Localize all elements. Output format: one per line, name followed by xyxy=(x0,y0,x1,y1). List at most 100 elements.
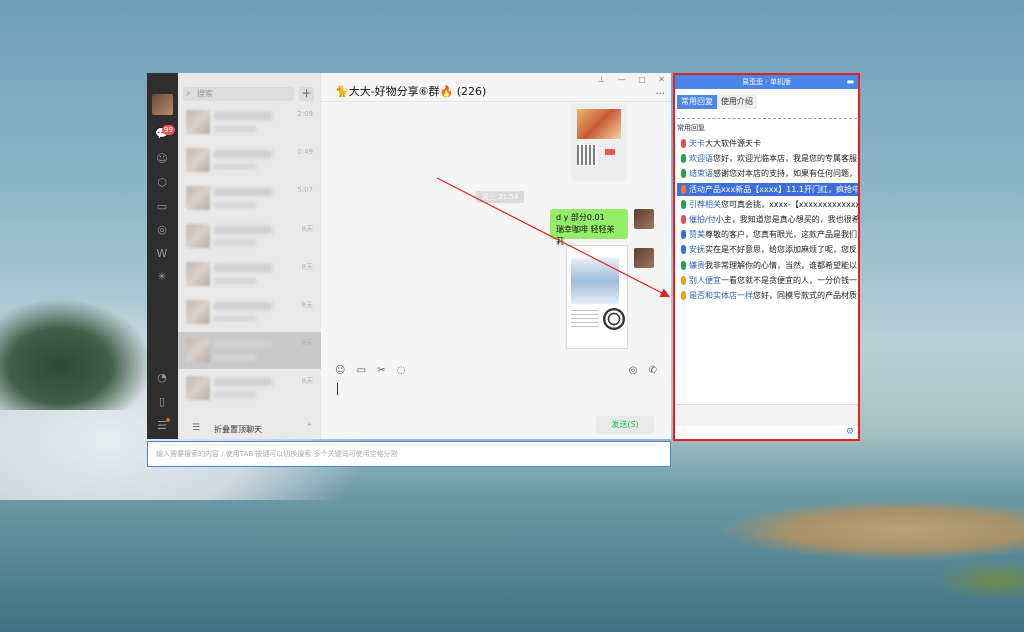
chat-list-item[interactable]: 8天 xyxy=(178,294,321,331)
reply-item[interactable]: 是否和实体店一样您好，同模号款式的产品材质 xyxy=(677,289,858,302)
pin-icon[interactable]: ⊥ xyxy=(598,75,605,84)
scissors-icon[interactable]: ✂ xyxy=(377,365,385,376)
title-divider xyxy=(321,101,671,102)
reply-color-tag xyxy=(681,260,686,270)
list-icon: ☰ xyxy=(192,423,201,433)
poster-photo xyxy=(571,258,619,304)
background-island xyxy=(934,560,1024,600)
folder-icon[interactable]: ▭ xyxy=(155,200,169,214)
chat-panel: 🐈大大-好物分享⑥群🔥 (226) ⊥ — □ ✕ ··· 周三 21:54 d… xyxy=(321,73,671,439)
close-icon[interactable]: ✕ xyxy=(658,75,665,84)
input-toolbar: ☺ ▭ ✂ ◌ xyxy=(335,365,414,376)
reply-item[interactable]: 别人便宜一看您就不是贪便宜的人，一分价钱一 xyxy=(677,274,858,287)
add-button[interactable]: + xyxy=(299,87,314,101)
text-cursor[interactable] xyxy=(337,383,338,395)
chat-time: 8天 xyxy=(301,301,313,309)
background-shore xyxy=(724,500,1024,560)
reply-item[interactable]: 欢迎语您好，欢迎光临本店，我是您的专属客服 xyxy=(677,152,858,165)
minimize-icon[interactable]: — xyxy=(618,75,626,84)
chat-history-icon[interactable]: ◌ xyxy=(397,365,406,376)
wechat-nav-bar: 💬 99 ☺ ⬡ ▭ ◎ W ✳ ◔ ▯ ☰ xyxy=(147,73,178,439)
contacts-icon[interactable]: ☺ xyxy=(155,152,169,166)
reply-item[interactable]: 安抚实在是不好意思，给您添加麻烦了呢，您反 xyxy=(677,243,858,256)
reply-item[interactable]: 天卡大大软件源天卡 xyxy=(677,137,858,150)
chat-list-item[interactable]: 0:49 xyxy=(178,142,321,179)
mini-program-icon[interactable]: ✳ xyxy=(155,270,169,284)
reply-color-tag xyxy=(681,275,686,285)
chat-time: 5:07 xyxy=(297,186,313,194)
bubble-line: d y 部分0.01 xyxy=(556,213,605,222)
reply-color-tag xyxy=(681,139,686,148)
minimize-icon[interactable]: ▬ xyxy=(846,75,854,89)
chat-time: 0:49 xyxy=(297,148,313,156)
product-image xyxy=(577,109,621,139)
search-input[interactable]: ⌕ 搜索 xyxy=(183,87,294,101)
reply-key: 催拍/付 xyxy=(689,215,716,224)
live-icon[interactable]: ◎ xyxy=(629,365,638,376)
tab-common-replies[interactable]: 常用回复 xyxy=(677,95,717,109)
reply-text: 11.1开门红，疯抢中 xyxy=(786,184,858,194)
chat-time: 8天 xyxy=(301,225,313,233)
fold-label: 折叠置顶聊天 xyxy=(214,425,262,434)
reply-item[interactable]: 催拍/付小主，我知道您是真心想买的，我也很希 xyxy=(677,213,858,226)
section-label: 常用回复 xyxy=(677,124,705,132)
reply-text: 您可真会挑，xxxx-【xxxxxxxxxxxxxxx xyxy=(721,199,858,209)
wechat-window: 💬 99 ☺ ⬡ ▭ ◎ W ✳ ◔ ▯ ☰ ⌕ 搜索 + 2:09 0:49 … xyxy=(147,73,671,439)
reply-color-tag xyxy=(681,169,686,179)
reply-key: 别人便宜 xyxy=(689,275,721,285)
reply-item[interactable]: 活动产品xxx新品【xxxx】11.1开门红，疯抢中 xyxy=(677,182,858,196)
message-image-card[interactable] xyxy=(571,103,627,181)
avatar[interactable] xyxy=(152,94,173,115)
reply-text: 感谢您对本店的支持，如果有任何问题， xyxy=(713,169,857,179)
message-bubble[interactable]: d y 部分0.01 瑞幸咖啡 轻轻茉莉 xyxy=(550,209,628,246)
chat-time: 8天 xyxy=(301,263,313,271)
chat-list-item[interactable]: 2:09 xyxy=(178,104,321,141)
reply-key: 是否和实体店一样 xyxy=(689,291,753,300)
chat-time: 8天 xyxy=(301,377,313,385)
maximize-icon[interactable]: □ xyxy=(638,75,646,84)
reply-color-tag xyxy=(681,184,686,194)
chat-title: 🐈大大-好物分享⑥群🔥 (226) xyxy=(335,85,487,98)
poster-qr-code xyxy=(603,308,625,330)
search-icon: ⌕ xyxy=(186,89,191,98)
reply-color-tag xyxy=(681,230,686,240)
chat-list-item[interactable]: 8天 xyxy=(178,370,321,407)
chat-list-item[interactable]: 5:07 xyxy=(178,180,321,217)
message-poster-image[interactable] xyxy=(566,245,628,349)
channels-icon[interactable]: W xyxy=(155,247,169,261)
reply-text: 尊敬的客户，您真有眼光，这款产品是我们 xyxy=(705,230,857,240)
chat-time: 8天 xyxy=(301,339,313,347)
reply-item[interactable]: 嫌贵我非常理解你的心情，当然，谁都希望能以 xyxy=(677,259,858,272)
reply-text: 您好，欢迎光临本店，我是您的专属客服 xyxy=(713,154,857,164)
reply-item[interactable]: 赞美尊敬的客户，您真有眼光，这款产品是我们 xyxy=(677,228,858,241)
moments-icon[interactable]: ◎ xyxy=(155,223,169,237)
gear-icon[interactable]: ⚙ xyxy=(846,427,854,437)
chat-list-item[interactable]: 8天 xyxy=(178,218,321,255)
phone-icon[interactable]: ▯ xyxy=(155,395,169,409)
reply-color-tag xyxy=(681,154,686,164)
favorites-icon[interactable]: ⬡ xyxy=(155,176,169,190)
call-toolbar: ◎ ✆ xyxy=(621,365,657,376)
chat-list-item-selected[interactable]: 8天 xyxy=(178,332,321,369)
sender-avatar[interactable] xyxy=(634,248,654,268)
chat-list-item[interactable]: 8天 xyxy=(178,256,321,293)
sender-avatar[interactable] xyxy=(634,209,654,229)
unread-badge: 99 xyxy=(162,125,175,135)
reply-item[interactable]: 引荐相关您可真会挑，xxxx-【xxxxxxxxxxxxxxx xyxy=(677,198,858,211)
chevron-up-icon: ⌃ xyxy=(305,423,313,433)
more-icon[interactable]: ··· xyxy=(655,89,665,100)
reply-item[interactable]: 结束语感谢您对本店的支持，如果有任何问题， xyxy=(677,167,858,180)
panel-title-bar: 易歪歪 · 单机版 ▬ xyxy=(675,75,858,89)
quick-reply-panel: 易歪歪 · 单机版 ▬ 常用回复 使用介绍 常用回复 天卡大大软件源天卡 欢迎语您… xyxy=(673,73,860,441)
panel-input-area[interactable] xyxy=(675,404,858,426)
global-search-input[interactable]: 输入需要搜索的内容 / 使用TAB 按键可以切换搜索 多个关键词可使用空格分割 xyxy=(147,441,671,467)
emoji-icon[interactable]: ☺ xyxy=(335,365,345,376)
reply-color-tag xyxy=(681,291,686,300)
tab-usage-guide[interactable]: 使用介绍 xyxy=(717,95,757,109)
send-button[interactable]: 发送(S) xyxy=(596,416,654,434)
reply-key: 引荐相关 xyxy=(689,199,721,209)
file-icon[interactable]: ▭ xyxy=(357,365,366,376)
fold-pinned-chats[interactable]: ☰ 折叠置顶聊天 ⌃ xyxy=(178,421,321,439)
phone-call-icon[interactable]: ✆ xyxy=(649,365,657,376)
compass-icon[interactable]: ◔ xyxy=(155,371,169,385)
